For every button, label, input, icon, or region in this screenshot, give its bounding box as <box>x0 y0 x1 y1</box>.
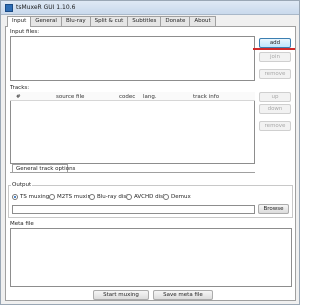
tab-blu-ray[interactable]: Blu-ray <box>60 16 91 26</box>
radio-indicator <box>163 194 169 200</box>
app-window: tsMuxeR GUI 1.10.6 Input General Blu-ray… <box>0 0 300 305</box>
radio-label: TS muxing <box>20 194 50 200</box>
radio-label: AVCHD disk <box>134 194 167 200</box>
input-files-list[interactable] <box>10 36 255 81</box>
join-button[interactable]: join <box>259 52 291 62</box>
column-header-codec[interactable]: codec <box>119 94 135 100</box>
browse-button[interactable]: Browse <box>258 204 289 214</box>
tab-general[interactable]: General <box>30 16 62 26</box>
tab-donate[interactable]: Donate <box>160 16 191 26</box>
track-options-area <box>10 172 255 180</box>
app-icon <box>5 4 13 12</box>
tab-about[interactable]: About <box>189 16 216 26</box>
remove-file-button[interactable]: remove <box>259 69 291 79</box>
save-meta-file-button[interactable]: Save meta file <box>153 290 213 300</box>
input-files-label: Input files: <box>10 29 40 35</box>
meta-file-label: Meta file <box>10 221 34 227</box>
move-down-button[interactable]: down <box>259 104 291 114</box>
tab-subtitles[interactable]: Subtitles <box>127 16 162 26</box>
window-title: tsMuxeR GUI 1.10.6 <box>16 4 76 11</box>
tab-input[interactable]: Input <box>7 16 32 27</box>
radio-m2ts-muxing[interactable]: M2TS muxing <box>49 194 94 200</box>
radio-indicator <box>89 194 95 200</box>
tab-split-cut[interactable]: Split & cut <box>89 16 129 26</box>
start-muxing-button[interactable]: Start muxing <box>93 290 149 300</box>
radio-indicator <box>126 194 132 200</box>
column-header-track-info[interactable]: track info <box>193 94 219 100</box>
tab-bar: Input General Blu-ray Split & cut Subtit… <box>7 16 216 27</box>
remove-track-button[interactable]: remove <box>259 121 291 131</box>
column-header-number[interactable]: # <box>16 94 21 100</box>
radio-ts-muxing[interactable]: TS muxing <box>12 194 49 200</box>
move-up-button[interactable]: up <box>259 92 291 102</box>
tracks-label: Tracks: <box>10 85 30 91</box>
radio-selected-indicator <box>12 194 18 200</box>
radio-blu-ray-disk[interactable]: Blu-ray disk <box>89 194 129 200</box>
column-header-lang[interactable]: lang. <box>143 94 157 100</box>
radio-label: Demux <box>171 194 191 200</box>
radio-indicator <box>49 194 55 200</box>
radio-label: Blu-ray disk <box>97 194 130 200</box>
title-bar: tsMuxeR GUI 1.10.6 <box>1 1 299 15</box>
radio-avchd-disk[interactable]: AVCHD disk <box>126 194 166 200</box>
radio-demux[interactable]: Demux <box>163 194 191 200</box>
add-button[interactable]: add <box>259 38 291 48</box>
output-label: Output <box>11 182 33 188</box>
meta-file-text[interactable] <box>10 228 292 287</box>
red-underline-annotation <box>253 48 295 50</box>
tracks-table[interactable] <box>10 92 255 164</box>
output-path-field[interactable] <box>12 205 255 214</box>
column-header-source-file[interactable]: source file <box>56 94 84 100</box>
